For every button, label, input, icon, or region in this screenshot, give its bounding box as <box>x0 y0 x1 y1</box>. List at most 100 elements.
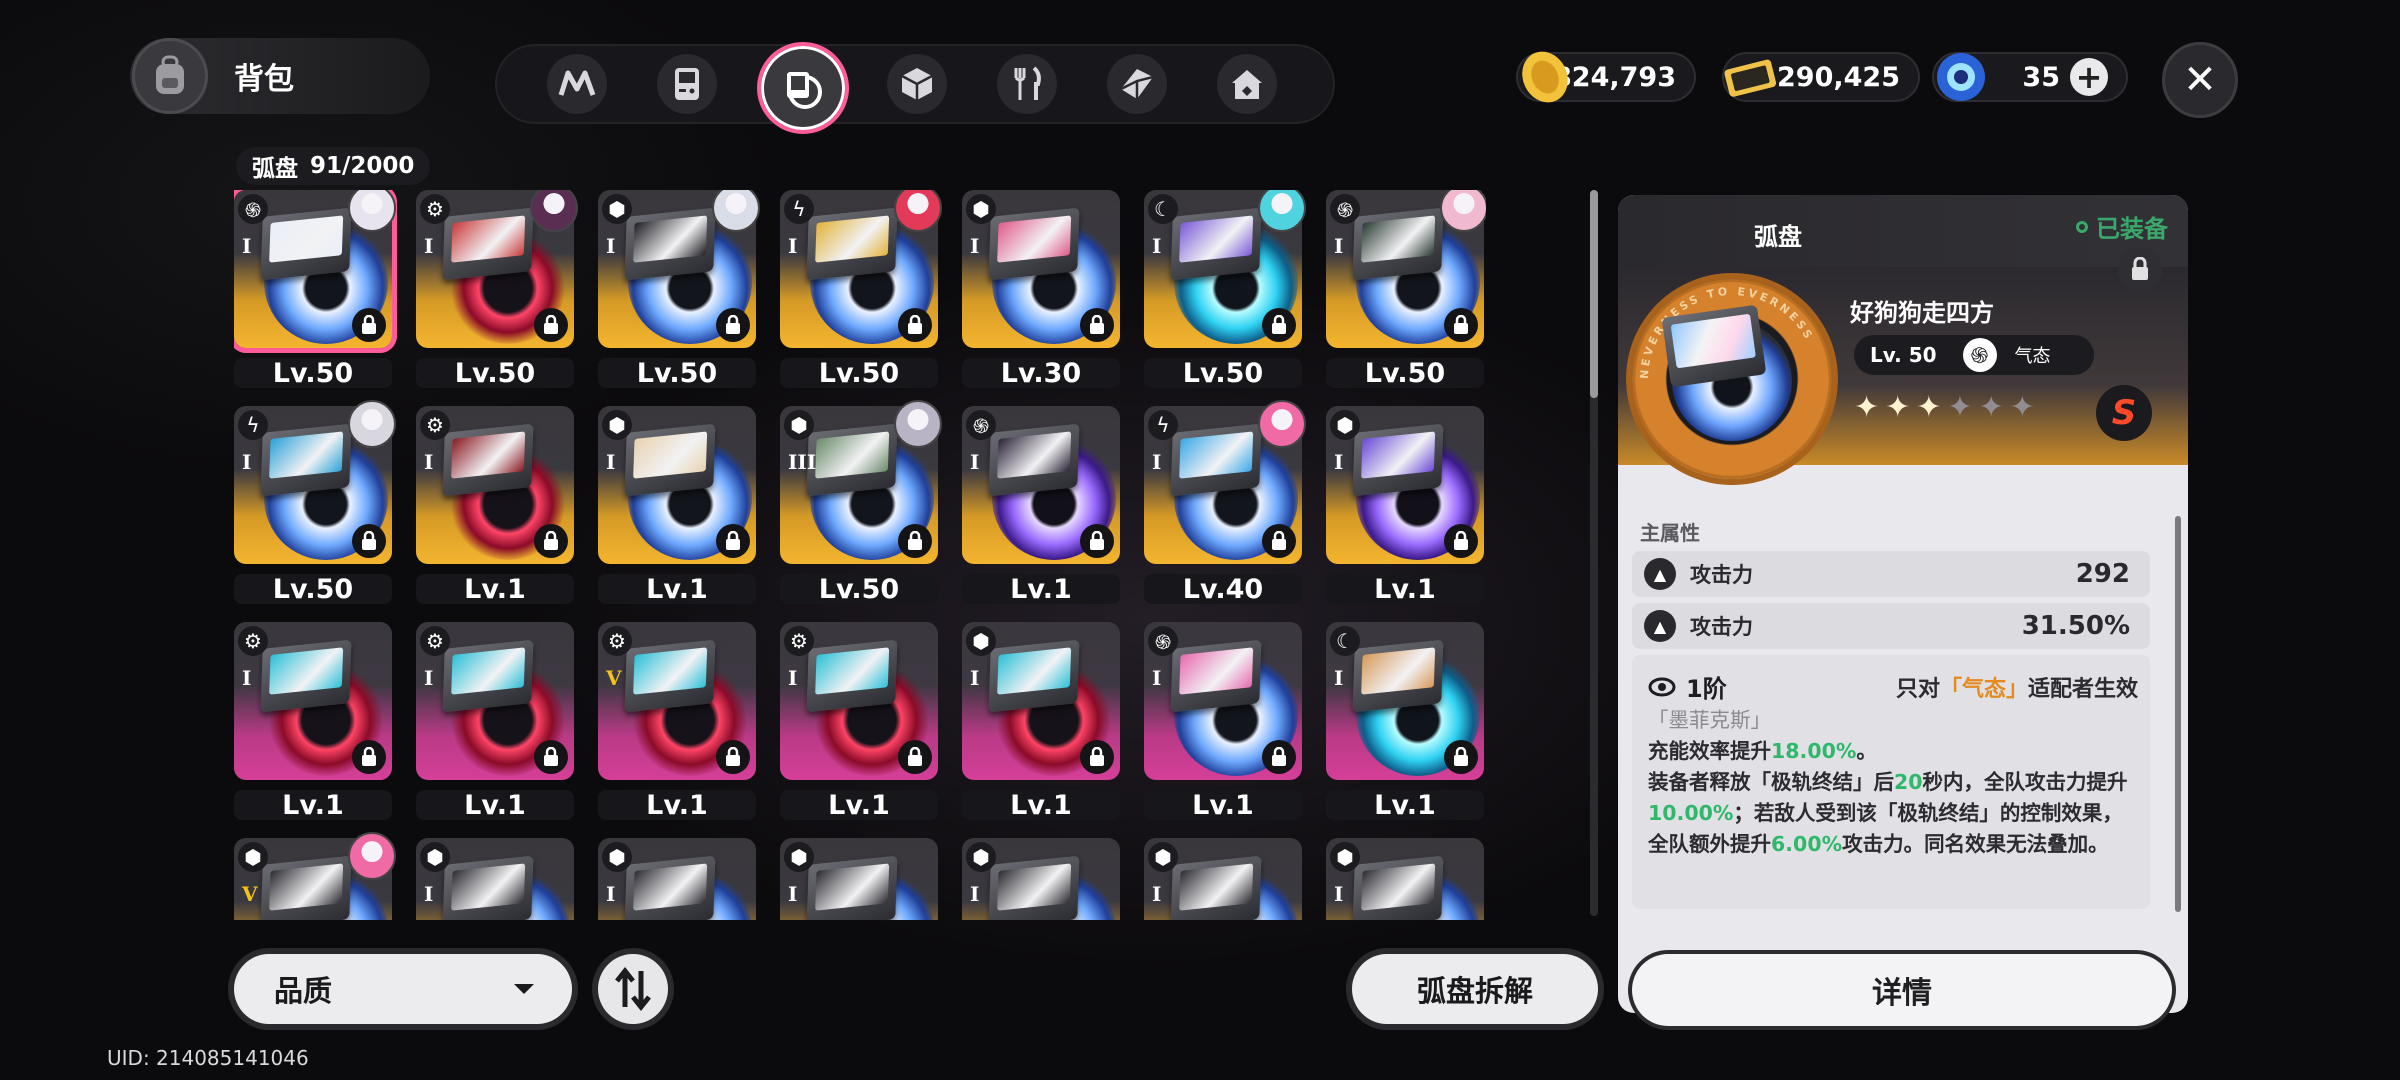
tab-crates[interactable] <box>1107 54 1167 114</box>
lock-icon <box>716 308 750 342</box>
lock-icon <box>1262 740 1296 774</box>
arc-disc-item[interactable]: ⬢ I Lv.1 <box>1326 406 1484 606</box>
arc-disc-item[interactable]: ⬢ I <box>780 838 938 920</box>
tab-arc-discs[interactable] <box>757 42 849 134</box>
arc-disc-item[interactable]: ⬢ I <box>416 838 574 920</box>
disc-tier: I <box>242 450 252 474</box>
inventory-count: 弧盘 91/2000 <box>236 147 431 185</box>
star-empty-icon: ✦ <box>2009 390 2035 425</box>
arc-disc-item[interactable]: ⬢ I Lv.1 <box>598 406 756 606</box>
disc-tier: I <box>606 234 616 258</box>
disc-tier: I <box>424 666 434 690</box>
swirl-attribute-icon: ֍ <box>1330 194 1360 224</box>
disc-case <box>988 207 1080 281</box>
arc-disc-item[interactable]: ☾ I Lv.1 <box>1326 622 1484 822</box>
tab-food[interactable] <box>997 54 1057 114</box>
lock-icon <box>2132 257 2148 280</box>
lock-icon <box>1080 308 1114 342</box>
tab-devices[interactable] <box>657 54 717 114</box>
details-button[interactable]: 详情 <box>1632 954 2172 1026</box>
disc-case <box>624 639 716 713</box>
disc-attribute: 气态 <box>2014 346 2051 367</box>
disc-tier: I <box>424 882 434 906</box>
disc-level-label: Lv.40 <box>1144 574 1302 605</box>
rank-letter: S <box>2111 393 2137 433</box>
disc-tier: I <box>1334 450 1344 474</box>
disc-level-label: Lv.1 <box>234 790 392 821</box>
arc-disc-item[interactable]: ⬢ I Lv.1 <box>962 622 1120 822</box>
star-filled-icon: ✦ <box>1885 390 1911 425</box>
detail-scrollbar[interactable] <box>2175 516 2181 912</box>
arc-disc-item[interactable]: ⚙ V Lv.1 <box>598 622 756 822</box>
detail-hero: NEVERNESS TO EVERNESS 好狗狗走四方 Lv. 50 ֍ 气态… <box>1618 267 2188 479</box>
stat-label: 攻击力 <box>1690 563 1753 587</box>
disc-name: 好狗狗走四方 <box>1850 299 1994 327</box>
grid-scroll-thumb[interactable] <box>1590 190 1598 398</box>
tab-furniture[interactable] <box>1217 54 1277 114</box>
gold-coin-icon <box>1522 51 1568 103</box>
category-tab-bar <box>495 42 1335 134</box>
disc-case <box>806 207 898 281</box>
arc-disc-item[interactable]: ☾ I Lv.50 <box>1144 190 1306 390</box>
disc-case <box>624 207 716 281</box>
disc-tier: I <box>1152 666 1162 690</box>
arc-disc-item[interactable]: ⬢ I <box>1326 838 1484 920</box>
hex-attribute-icon: ⬢ <box>602 410 632 440</box>
disc-thumbnail: ⚙ I <box>780 622 938 780</box>
disc-case <box>1170 639 1262 713</box>
grid-scrollbar[interactable] <box>1590 190 1598 916</box>
lock-icon <box>898 740 932 774</box>
dismantle-button[interactable]: 弧盘拆解 <box>1352 954 1598 1024</box>
hex-attribute-icon: ⬢ <box>238 842 268 872</box>
tab-drive-chips[interactable] <box>547 54 607 114</box>
arc-disc-item[interactable]: ֍ I Lv.1 <box>962 406 1120 606</box>
arc-disc-icon <box>787 72 822 109</box>
lock-icon <box>352 524 386 558</box>
lock-button[interactable] <box>2118 247 2162 291</box>
arc-disc-item[interactable]: ⬢ I <box>598 838 756 920</box>
inventory-category-label: 弧盘 <box>252 156 298 182</box>
disc-case <box>624 423 716 497</box>
arc-disc-item[interactable]: ⚙ I Lv.50 <box>416 190 578 390</box>
sort-order-button[interactable] <box>598 954 668 1024</box>
disc-level-label: Lv.1 <box>416 574 574 605</box>
disc-level-label: Lv.1 <box>780 790 938 821</box>
disc-thumbnail: ⚙ I <box>234 622 392 780</box>
arc-disc-item[interactable]: ⬢ I Lv.30 <box>962 190 1120 390</box>
arc-disc-item[interactable]: ⚙ I Lv.1 <box>234 622 392 822</box>
arc-disc-item[interactable]: ֍ I Lv.50 <box>234 190 396 390</box>
detail-header: 弧盘 已装备 <box>1618 195 2188 267</box>
quality-filter-select[interactable]: 品质 <box>234 954 572 1024</box>
disc-tier: I <box>788 234 798 258</box>
arc-disc-item[interactable]: ⬢ I <box>1144 838 1302 920</box>
arc-disc-item[interactable]: ֍ I Lv.1 <box>1144 622 1302 822</box>
arc-disc-item[interactable]: ϟ I Lv.50 <box>780 190 942 390</box>
arc-disc-item[interactable]: ⬢ III Lv.50 <box>780 400 942 606</box>
arc-disc-item[interactable]: ⚙ I Lv.1 <box>416 622 574 822</box>
disc-tier: I <box>424 450 434 474</box>
arc-disc-item[interactable]: ϟ I Lv.40 <box>1144 400 1306 606</box>
hex-attribute-icon: ⬢ <box>1148 842 1178 872</box>
effect-value: 18.00% <box>1771 739 1857 763</box>
arc-disc-item[interactable]: ⬢ V <box>234 832 396 920</box>
disc-level-label: Lv.1 <box>598 790 756 821</box>
hex-attribute-icon: ⬢ <box>784 842 814 872</box>
gear-attribute-icon: ⚙ <box>784 626 814 656</box>
add-crystal-button[interactable]: + <box>2070 58 2108 96</box>
tab-materials[interactable] <box>887 54 947 114</box>
arc-disc-item[interactable]: ϟ I Lv.50 <box>234 400 396 606</box>
star-filled-icon: ✦ <box>1916 390 1942 425</box>
arc-disc-item[interactable]: ⬢ I Lv.50 <box>598 190 760 390</box>
arc-disc-item[interactable]: ⬢ I <box>962 838 1120 920</box>
arc-disc-item[interactable]: ⚙ I Lv.1 <box>780 622 938 822</box>
disc-tier: I <box>1152 450 1162 474</box>
arc-disc-item[interactable]: ֍ I Lv.50 <box>1326 190 1486 390</box>
arc-disc-item[interactable]: ⚙ I Lv.1 <box>416 406 574 606</box>
equipped-character-avatar <box>348 832 396 880</box>
close-button[interactable]: ✕ <box>2162 42 2238 118</box>
disc-thumbnail: ⚙ V <box>598 622 756 780</box>
attack-icon: ▲ <box>1644 610 1676 642</box>
disc-case <box>988 423 1080 497</box>
disc-level-label: Lv.50 <box>1326 358 1484 389</box>
swirl-attribute-icon: ֍ <box>238 194 268 224</box>
